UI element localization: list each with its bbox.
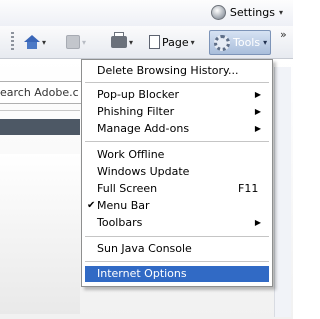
submenu-arrow-icon: ▶ [254, 107, 261, 116]
print-button[interactable]: ▾ [111, 31, 133, 53]
tools-gear-icon [214, 34, 230, 51]
home-button[interactable]: ▾ [24, 31, 46, 53]
menu-item-work-offline[interactable]: Work Offline [85, 147, 269, 163]
menu-item-internet-options[interactable]: Internet Options [85, 266, 269, 282]
settings-button[interactable]: Settings ▾ [210, 2, 283, 22]
submenu-arrow-icon: ▶ [254, 124, 261, 133]
page-dropdown-icon[interactable]: ▾ [191, 38, 195, 47]
toolbar-overflow-chevron-icon[interactable]: » [280, 28, 287, 41]
menu-item-label: Toolbars [97, 216, 143, 229]
page-icon [149, 35, 160, 49]
tools-dropdown-icon: ▾ [263, 38, 268, 47]
menu-item-label: Sun Java Console [97, 242, 192, 255]
menu-separator [85, 261, 269, 262]
menu-item-menu-bar[interactable]: ✔ Menu Bar [85, 198, 269, 214]
menu-item-manage-addons[interactable]: Manage Add-ons ▶ [85, 121, 269, 137]
menu-separator [85, 82, 269, 83]
menu-item-toolbars[interactable]: Toolbars ▶ [85, 215, 269, 231]
feeds-icon [66, 35, 80, 49]
settings-dropdown-icon: ▾ [278, 7, 283, 17]
printer-icon [111, 32, 127, 48]
submenu-arrow-icon: ▶ [254, 218, 261, 227]
menu-item-label: Work Offline [97, 148, 165, 161]
vertical-scrollbar[interactable] [274, 67, 291, 317]
shortcut-label: F11 [238, 182, 259, 195]
menu-item-phishing-filter[interactable]: Phishing Filter ▶ [85, 104, 269, 120]
home-icon [24, 35, 40, 49]
page-button[interactable]: Page ▾ [149, 31, 195, 53]
menu-item-label: Full Screen [97, 182, 158, 195]
tools-button[interactable]: Tools ▾ [209, 30, 271, 55]
feeds-dropdown-icon[interactable]: ▾ [82, 38, 86, 47]
print-dropdown-icon[interactable]: ▾ [129, 38, 133, 47]
checkmark-icon: ✔ [87, 200, 96, 211]
menu-item-sun-java-console[interactable]: Sun Java Console [85, 241, 269, 257]
menu-item-label: Phishing Filter [97, 105, 175, 118]
home-dropdown-icon[interactable]: ▾ [42, 38, 46, 47]
menu-item-popup-blocker[interactable]: Pop-up Blocker ▶ [85, 87, 269, 103]
menu-item-label: Menu Bar [97, 199, 150, 212]
menu-item-label: Delete Browsing History... [97, 64, 239, 77]
menu-item-full-screen[interactable]: Full Screen F11 [85, 181, 269, 197]
menu-item-label: Internet Options [97, 267, 187, 280]
page-label: Page [162, 35, 189, 49]
divider [0, 110, 80, 111]
command-bar-top: Settings ▾ [0, 0, 293, 26]
feeds-button[interactable]: ▾ [66, 31, 86, 53]
menu-item-label: Manage Add-ons [97, 122, 190, 135]
settings-label: Settings [229, 5, 275, 19]
submenu-arrow-icon: ▶ [254, 90, 261, 99]
menu-item-windows-update[interactable]: Windows Update [85, 164, 269, 180]
page-banner [0, 119, 80, 135]
menu-separator [85, 141, 269, 142]
command-bar: ▾ ▾ ▾ Page ▾ Tools ▾ » [0, 26, 293, 59]
page-background [0, 154, 80, 314]
menu-item-delete-browsing-history[interactable]: Delete Browsing History... [85, 63, 269, 79]
toolbar-grip-icon[interactable] [11, 32, 14, 52]
menu-item-label: Pop-up Blocker [97, 88, 180, 101]
menu-item-label: Windows Update [97, 165, 190, 178]
settings-gear-icon [210, 4, 226, 20]
menu-separator [85, 236, 269, 237]
tools-menu: Delete Browsing History... Pop-up Blocke… [81, 59, 273, 287]
tools-label: Tools [233, 36, 261, 49]
